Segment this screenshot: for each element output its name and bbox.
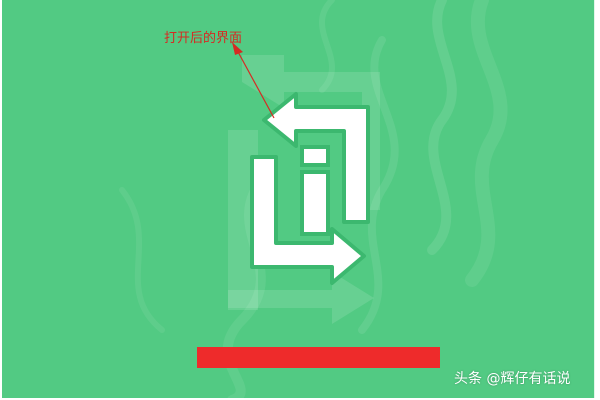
screenshot-frame: 打开后的界面 头条 @辉仔有话说 <box>0 0 600 400</box>
redaction-bar <box>197 347 440 368</box>
watermark: 头条 @辉仔有话说 <box>454 371 571 387</box>
annotation-arrow <box>232 42 275 119</box>
splash-screen: 打开后的界面 <box>2 0 595 398</box>
